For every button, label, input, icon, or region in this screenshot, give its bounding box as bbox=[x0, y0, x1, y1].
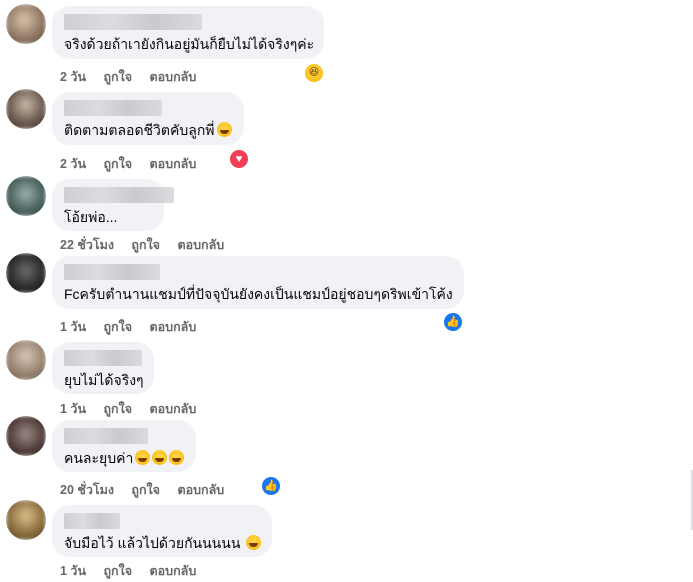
author-name-redacted[interactable] bbox=[64, 350, 142, 366]
comment-text: จับมือไว้ แล้วไปด้วยกันนนนน bbox=[64, 534, 262, 552]
comment-actions: 20 ชั่วโมง ถูกใจ ตอบกลับ bbox=[60, 480, 238, 500]
laugh-emoji bbox=[169, 450, 185, 465]
author-name-redacted[interactable] bbox=[64, 428, 148, 444]
comment-bubble: จริงด้วยถ้าเายังกินอยู่มันก็ยืบไม่ได้จริ… bbox=[52, 6, 324, 59]
comment-actions: 2 วัน ถูกใจ ตอบกลับ bbox=[60, 67, 210, 87]
comment-bubble: Fcครับตำนานแชมป์ที่ปัจจุบันยังคงเป็นแชมป… bbox=[52, 256, 464, 309]
timestamp[interactable]: 2 วัน bbox=[60, 157, 86, 171]
like-button[interactable]: ถูกใจ bbox=[131, 483, 160, 497]
reply-button[interactable]: ตอบกลับ bbox=[177, 483, 224, 497]
timestamp[interactable]: 20 ชั่วโมง bbox=[60, 483, 114, 497]
timestamp[interactable]: 1 วัน bbox=[60, 402, 86, 416]
comment-text: โอ้ยพ่อ... bbox=[64, 209, 118, 225]
comment-bubble: จับมือไว้ แล้วไปด้วยกันนนนน bbox=[52, 505, 272, 557]
comment-text: ติดตามตลอดชีวิตคับลูกพี่ bbox=[64, 121, 232, 139]
comment-actions: 1 วัน ถูกใจ ตอบกลับ bbox=[60, 399, 210, 419]
avatar[interactable] bbox=[6, 89, 46, 129]
like-button[interactable]: ถูกใจ bbox=[103, 564, 132, 578]
reply-button[interactable]: ตอบกลับ bbox=[150, 564, 197, 578]
laugh-emoji bbox=[135, 450, 151, 465]
reply-button[interactable]: ตอบกลับ bbox=[150, 157, 197, 171]
comment-text: คนละยุบค่า bbox=[64, 449, 185, 467]
reply-button[interactable]: ตอบกลับ bbox=[150, 70, 197, 84]
smile-emoji bbox=[246, 535, 262, 550]
like-button[interactable]: ถูกใจ bbox=[103, 402, 132, 416]
timestamp[interactable]: 1 วัน bbox=[60, 320, 86, 334]
like-button[interactable]: ถูกใจ bbox=[131, 238, 160, 252]
smile-emoji bbox=[216, 122, 232, 137]
reply-button[interactable]: ตอบกลับ bbox=[150, 402, 197, 416]
author-name-redacted[interactable] bbox=[64, 513, 120, 529]
comment-text: ยุบไม่ได้จริงๆ bbox=[64, 372, 144, 388]
avatar[interactable] bbox=[6, 253, 46, 293]
comment-bubble: คนละยุบค่า bbox=[52, 420, 196, 472]
comment-actions: 1 วัน ถูกใจ ตอบกลับ bbox=[60, 561, 210, 581]
author-name-redacted[interactable] bbox=[64, 264, 160, 280]
like-button[interactable]: ถูกใจ bbox=[103, 70, 132, 84]
comment-actions: 1 วัน ถูกใจ ตอบกลับ bbox=[60, 317, 210, 337]
avatar[interactable] bbox=[6, 340, 46, 380]
timestamp[interactable]: 22 ชั่วโมง bbox=[60, 238, 114, 252]
haha-icon[interactable]: 😆 bbox=[305, 64, 323, 82]
reply-button[interactable]: ตอบกลับ bbox=[177, 238, 224, 252]
like-button[interactable]: ถูกใจ bbox=[103, 157, 132, 171]
author-name-redacted[interactable] bbox=[64, 187, 174, 203]
author-name-redacted[interactable] bbox=[64, 14, 202, 30]
like-button[interactable]: ถูกใจ bbox=[103, 320, 132, 334]
love-icon[interactable]: ♥ bbox=[230, 150, 248, 168]
timestamp[interactable]: 1 วัน bbox=[60, 564, 86, 578]
comment-text: จริงด้วยถ้าเายังกินอยู่มันก็ยืบไม่ได้จริ… bbox=[64, 36, 315, 52]
avatar[interactable] bbox=[6, 416, 46, 456]
avatar[interactable] bbox=[6, 4, 46, 44]
avatar[interactable] bbox=[6, 500, 46, 540]
author-name-redacted[interactable] bbox=[64, 100, 162, 116]
timestamp[interactable]: 2 วัน bbox=[60, 70, 86, 84]
comment-actions: 22 ชั่วโมง ถูกใจ ตอบกลับ bbox=[60, 235, 238, 255]
reply-button[interactable]: ตอบกลับ bbox=[150, 320, 197, 334]
avatar[interactable] bbox=[6, 176, 46, 216]
like-icon[interactable]: 👍 bbox=[262, 477, 280, 495]
comment-bubble: โอ้ยพ่อ... bbox=[52, 179, 174, 231]
comment-text: Fcครับตำนานแชมป์ที่ปัจจุบันยังคงเป็นแชมป… bbox=[64, 286, 453, 302]
comment-actions: 2 วัน ถูกใจ ตอบกลับ bbox=[60, 154, 210, 174]
comment-bubble: ยุบไม่ได้จริงๆ bbox=[52, 342, 154, 394]
like-icon[interactable]: 👍 bbox=[444, 313, 462, 331]
laugh-emoji bbox=[152, 450, 168, 465]
comment-bubble: ติดตามตลอดชีวิตคับลูกพี่ bbox=[52, 92, 244, 145]
